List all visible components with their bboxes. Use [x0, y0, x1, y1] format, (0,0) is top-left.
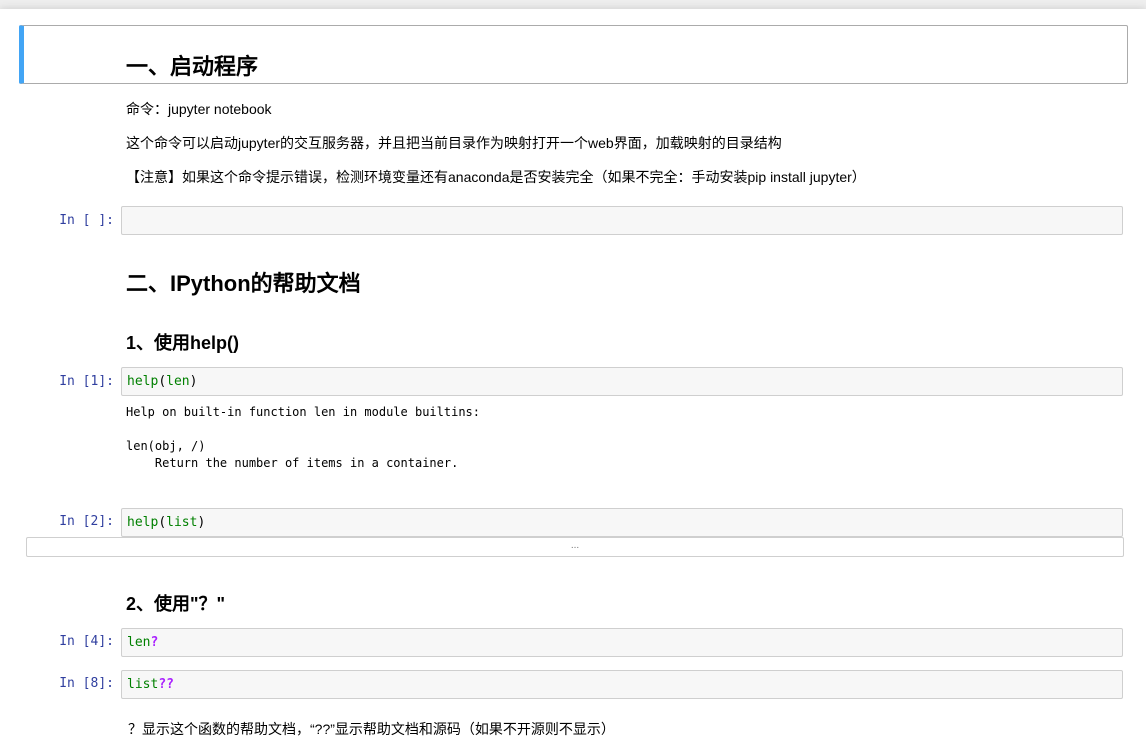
cell8-prompt: In [8]:	[59, 676, 114, 691]
markdown-command: 命令：jupyter notebook	[126, 101, 272, 117]
heading-use-question: 2、使用"？"	[126, 594, 226, 614]
empty-cell-prompt: In [ ]:	[59, 213, 114, 228]
markdown-description: 这个命令可以启动jupyter的交互服务器，并且把当前目录作为映射打开一个web…	[126, 135, 782, 151]
markdown-question-description: ？显示这个函数的帮助文档，“??”显示帮助文档和源码（如果不开源则不显示）	[128, 721, 615, 737]
collapsed-output-expander[interactable]: ...	[26, 537, 1124, 557]
cell4-code-input[interactable]: len?	[121, 628, 1123, 657]
code-builtin-list: list	[166, 515, 198, 530]
code-builtin-len: len	[127, 635, 151, 650]
cell8-code-input[interactable]: list??	[121, 670, 1123, 699]
code-builtin-list: list	[127, 677, 159, 692]
cell1-code-input[interactable]: help(len)	[121, 367, 1123, 396]
heading-start-program: 一、启动程序	[126, 54, 259, 79]
cell4-prompt: In [4]:	[59, 634, 114, 649]
cell1-prompt: In [1]:	[59, 374, 114, 389]
heading-use-help: 1、使用help()	[126, 333, 240, 353]
cell2-code-input[interactable]: help(list)	[121, 508, 1123, 537]
code-builtin-help: help	[127, 374, 159, 389]
heading-ipython-help: 二、IPython的帮助文档	[126, 271, 361, 296]
cell1-output: Help on built-in function len in module …	[126, 405, 481, 470]
code-operator-double-question: ??	[158, 677, 174, 692]
notebook-container: 一、启动程序 命令：jupyter notebook 这个命令可以启动jupyt…	[0, 9, 1146, 755]
empty-code-input[interactable]	[121, 206, 1123, 235]
code-paren-close: )	[197, 515, 206, 530]
markdown-note: 【注意】如果这个命令提示错误，检测环境变量还有anaconda是否安装完全（如果…	[126, 169, 866, 185]
code-paren-close: )	[189, 374, 198, 389]
cell2-prompt: In [2]:	[59, 514, 114, 529]
code-builtin-len: len	[166, 374, 190, 389]
code-paren-open: (	[158, 374, 167, 389]
code-operator-question: ?	[150, 635, 159, 650]
code-paren-open: (	[158, 515, 167, 530]
code-builtin-help: help	[127, 515, 159, 530]
